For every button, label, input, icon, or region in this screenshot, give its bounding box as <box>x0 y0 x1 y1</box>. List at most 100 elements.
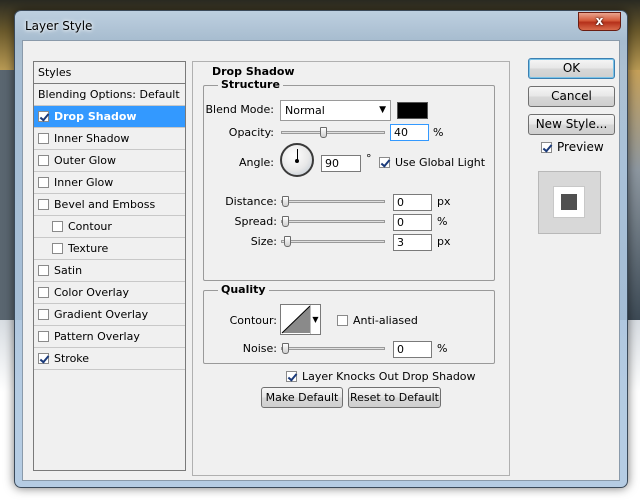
style-item-pattern-overlay[interactable]: Pattern Overlay <box>34 326 185 348</box>
angle-dial-center <box>295 159 299 163</box>
style-preview <box>538 171 601 234</box>
window-title: Layer Style <box>25 19 93 33</box>
spread-unit: % <box>437 215 448 228</box>
structure-title: Structure <box>218 78 283 91</box>
preview-checkbox[interactable] <box>541 142 552 153</box>
anti-aliased-label: Anti-aliased <box>353 314 418 327</box>
preview-option[interactable]: Preview <box>541 140 604 154</box>
quality-group: Quality Contour: ▼ Anti-aliased Noise: 0 <box>203 283 495 364</box>
style-item-checkbox[interactable] <box>52 243 63 254</box>
panel-title: Drop Shadow <box>212 65 295 78</box>
size-slider-thumb[interactable] <box>283 236 291 247</box>
style-item-checkbox[interactable] <box>38 265 49 276</box>
spread-slider[interactable] <box>281 216 385 227</box>
distance-input[interactable]: 0 <box>393 194 432 211</box>
blend-mode-select[interactable]: Normal ▼ <box>280 100 391 121</box>
style-item-label: Gradient Overlay <box>54 308 149 321</box>
contour-dropdown-arrow-icon[interactable]: ▼ <box>310 305 320 334</box>
layer-knocks-out-label: Layer Knocks Out Drop Shadow <box>302 370 476 383</box>
angle-unit: ° <box>366 152 372 165</box>
style-item-label: Inner Glow <box>54 176 114 189</box>
shadow-color-swatch[interactable] <box>397 102 428 119</box>
style-item-label: Blending Options: Default <box>38 88 180 101</box>
style-item-outer-glow[interactable]: Outer Glow <box>34 150 185 172</box>
make-default-button[interactable]: Make Default <box>261 387 343 408</box>
style-item-label: Bevel and Emboss <box>54 198 156 211</box>
style-item-texture[interactable]: Texture <box>34 238 185 260</box>
size-label: Size: <box>250 235 277 248</box>
contour-label: Contour: <box>229 314 277 327</box>
opacity-unit: % <box>433 126 444 139</box>
layer-knocks-out-option[interactable]: Layer Knocks Out Drop Shadow <box>286 370 476 383</box>
dialog-client-area: Styles Blending Options: Default Drop Sha… <box>22 40 620 481</box>
use-global-light-label: Use Global Light <box>395 156 486 169</box>
cancel-button[interactable]: Cancel <box>528 86 615 107</box>
style-item-checkbox[interactable] <box>38 177 49 188</box>
style-item-satin[interactable]: Satin <box>34 260 185 282</box>
distance-unit: px <box>437 195 451 208</box>
style-item-label: Contour <box>68 220 112 233</box>
preview-label: Preview <box>557 140 604 154</box>
style-item-stroke[interactable]: Stroke <box>34 348 185 370</box>
spread-input[interactable]: 0 <box>393 214 432 231</box>
size-slider[interactable] <box>281 236 385 247</box>
quality-title: Quality <box>218 283 269 296</box>
use-global-light-checkbox[interactable] <box>379 157 390 168</box>
styles-list-header[interactable]: Styles <box>34 62 185 84</box>
opacity-slider-thumb[interactable] <box>320 127 327 138</box>
reset-to-default-button[interactable]: Reset to Default <box>348 387 441 408</box>
style-item-label: Color Overlay <box>54 286 129 299</box>
style-item-bevel-and-emboss[interactable]: Bevel and Emboss <box>34 194 185 216</box>
noise-slider-thumb[interactable] <box>282 343 289 354</box>
new-style-button[interactable]: New Style... <box>528 114 615 135</box>
structure-group: Structure Blend Mode: Normal ▼ Opacity: … <box>203 78 495 281</box>
size-unit: px <box>437 235 451 248</box>
ok-button[interactable]: OK <box>528 58 615 79</box>
angle-label: Angle: <box>238 156 274 169</box>
style-item-checkbox[interactable] <box>38 199 49 210</box>
contour-picker[interactable]: ▼ <box>280 304 321 335</box>
noise-input[interactable]: 0 <box>393 341 432 358</box>
angle-dial[interactable] <box>280 143 314 177</box>
style-item-gradient-overlay[interactable]: Gradient Overlay <box>34 304 185 326</box>
distance-slider[interactable] <box>281 196 385 207</box>
noise-label: Noise: <box>242 342 277 355</box>
spread-slider-thumb[interactable] <box>282 216 289 227</box>
style-item-inner-shadow[interactable]: Inner Shadow <box>34 128 185 150</box>
style-item-drop-shadow[interactable]: Drop Shadow <box>34 106 185 128</box>
use-global-light-option[interactable]: Use Global Light <box>379 156 485 169</box>
style-item-blending-options-default[interactable]: Blending Options: Default <box>34 84 185 106</box>
style-item-checkbox[interactable] <box>38 287 49 298</box>
style-item-checkbox[interactable] <box>38 353 49 364</box>
style-item-checkbox[interactable] <box>38 111 49 122</box>
style-item-color-overlay[interactable]: Color Overlay <box>34 282 185 304</box>
style-item-checkbox[interactable] <box>38 133 49 144</box>
layer-knocks-out-checkbox[interactable] <box>286 371 297 382</box>
style-item-label: Pattern Overlay <box>54 330 140 343</box>
blend-mode-label: Blend Mode: <box>205 103 275 116</box>
anti-aliased-checkbox[interactable] <box>337 315 348 326</box>
preview-square <box>561 194 577 210</box>
opacity-label: Opacity: <box>228 126 274 139</box>
opacity-slider[interactable] <box>281 127 385 138</box>
styles-list: Styles Blending Options: Default Drop Sha… <box>33 61 186 471</box>
anti-aliased-option[interactable]: Anti-aliased <box>337 314 418 327</box>
drop-shadow-panel: Drop Shadow Structure Blend Mode: Normal… <box>192 61 510 476</box>
opacity-input[interactable]: 40 <box>390 124 429 141</box>
close-button[interactable]: x <box>578 12 621 31</box>
style-item-label: Stroke <box>54 352 90 365</box>
style-item-label: Drop Shadow <box>54 110 137 123</box>
angle-input[interactable]: 90 <box>321 155 361 172</box>
linear-contour-icon <box>281 305 311 334</box>
style-item-checkbox[interactable] <box>38 155 49 166</box>
noise-unit: % <box>437 342 448 355</box>
distance-label: Distance: <box>225 195 277 208</box>
style-item-checkbox[interactable] <box>38 309 49 320</box>
distance-slider-thumb[interactable] <box>282 196 289 207</box>
style-item-contour[interactable]: Contour <box>34 216 185 238</box>
style-item-checkbox[interactable] <box>52 221 63 232</box>
style-item-inner-glow[interactable]: Inner Glow <box>34 172 185 194</box>
noise-slider[interactable] <box>281 343 385 354</box>
size-input[interactable]: 3 <box>393 234 432 251</box>
style-item-checkbox[interactable] <box>38 331 49 342</box>
